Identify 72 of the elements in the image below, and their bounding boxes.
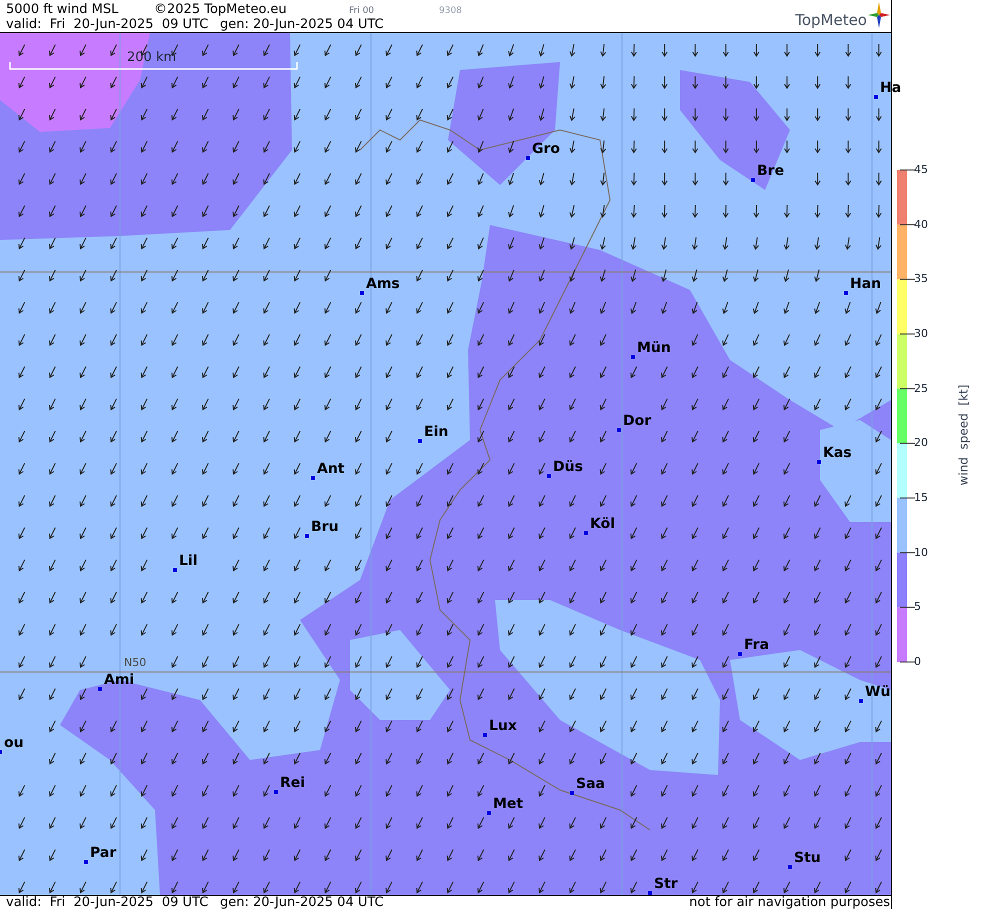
copyright-text: ©2025 TopMeteo.eu	[154, 2, 288, 17]
legend-tick-label: 0	[914, 656, 921, 668]
run-label: Fri 00	[349, 6, 376, 17]
legend-tick-label: 20	[914, 437, 928, 450]
city-label: Ams	[366, 276, 400, 292]
city-label: Fra	[744, 637, 770, 653]
legend-tick-label: 15	[914, 492, 928, 504]
city-marker-icon	[487, 811, 491, 815]
city-label: Han	[850, 276, 882, 292]
city-marker-icon	[305, 534, 309, 538]
latitude-label: N50	[124, 657, 146, 669]
city-label: Ant	[317, 461, 344, 477]
legend-tick-label: 45	[914, 164, 928, 176]
city-marker-icon	[584, 531, 588, 535]
legend-tick-label: 40	[914, 218, 928, 231]
city-label: Lil	[179, 553, 198, 569]
city-label: Bre	[757, 163, 784, 179]
city-marker-icon	[526, 156, 530, 160]
generated-time-text: gen: 20-Jun-2025 04 UTC	[220, 17, 384, 32]
city-label: Ami	[104, 672, 134, 688]
generated-time-text: gen: 20-Jun-2025 04 UTC	[220, 896, 384, 909]
city-marker-icon	[173, 568, 177, 572]
city-label: Met	[493, 796, 524, 812]
city-label: Wü	[865, 684, 890, 700]
city-marker-icon	[418, 439, 422, 443]
city-label: Düs	[553, 459, 583, 475]
city-label: Saa	[576, 776, 605, 792]
legend-tick-label: 25	[914, 382, 928, 395]
city-marker-icon	[648, 891, 652, 895]
city-marker-icon	[98, 687, 102, 691]
legend-title: wind speed [kt]	[955, 384, 971, 486]
city-label: Gro	[532, 141, 560, 157]
map-title: 5000 ft wind MSL	[5, 2, 120, 17]
city-marker-icon	[751, 178, 755, 182]
city-label: Bru	[311, 519, 339, 535]
city-label: Mün	[637, 340, 671, 356]
city-label: Stu	[794, 850, 821, 866]
city-label: ou	[4, 735, 24, 751]
legend-tick-label: 5	[914, 601, 921, 614]
city-marker-icon	[617, 428, 621, 432]
city-label: Dor	[623, 413, 652, 429]
disclaimer-text: not for air navigation purposes	[689, 896, 891, 909]
city-marker-icon	[274, 790, 278, 794]
city-marker-icon	[547, 474, 551, 478]
valid-time-text: valid: Fri 20-Jun-2025 09 UTC	[5, 17, 210, 32]
scale-label: 200 km	[127, 50, 176, 65]
legend-tick-label: 10	[914, 546, 928, 559]
city-marker-icon	[817, 460, 821, 464]
city-label: Rei	[280, 775, 306, 791]
city-label: Lux	[489, 718, 517, 734]
city-label: Str	[654, 876, 678, 892]
city-label: Ein	[424, 424, 448, 440]
legend-tick-label: 35	[914, 273, 928, 286]
city-marker-icon	[738, 652, 742, 656]
run-code: 9308	[439, 6, 462, 17]
city-marker-icon	[311, 476, 315, 480]
valid-time-text: valid: Fri 20-Jun-2025 09 UTC	[5, 896, 210, 909]
logo-text: TopMeteo	[795, 13, 867, 28]
legend-tick-label: 30	[914, 328, 928, 340]
city-marker-icon	[788, 865, 792, 869]
city-marker-icon	[859, 699, 863, 703]
city-label: Köl	[590, 516, 616, 532]
city-label: Par	[90, 845, 116, 861]
city-marker-icon	[360, 291, 364, 295]
city-marker-icon	[844, 291, 848, 295]
city-marker-icon	[483, 733, 487, 737]
city-marker-icon	[874, 95, 878, 99]
city-marker-icon	[570, 791, 574, 795]
city-marker-icon	[631, 355, 635, 359]
city-marker-icon	[84, 860, 88, 864]
compass-star-icon	[868, 2, 890, 28]
city-label: Kas	[823, 445, 852, 461]
